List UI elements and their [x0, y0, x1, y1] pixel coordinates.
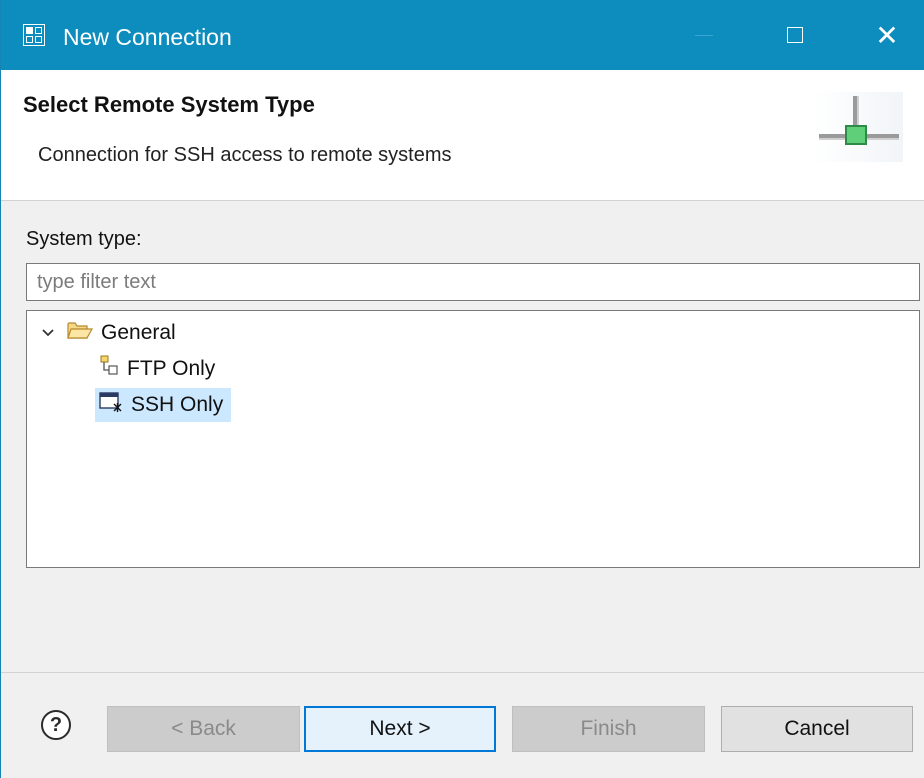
title-bar[interactable]: New Connection ✕ [1, 0, 924, 70]
tree-group-general[interactable]: General [37, 316, 176, 350]
maximize-icon [787, 27, 803, 43]
finish-button[interactable]: Finish [512, 706, 705, 752]
maximize-button[interactable] [772, 14, 818, 56]
folder-open-icon [67, 320, 94, 346]
close-icon: ✕ [875, 19, 899, 51]
system-type-tree[interactable]: General FTP Only SSH Only [26, 310, 920, 568]
system-type-label: System type: [26, 228, 142, 250]
minimize-icon [695, 34, 713, 36]
help-icon[interactable]: ? [41, 710, 71, 740]
connection-graphic-icon [813, 92, 903, 162]
tree-item-label: FTP Only [127, 357, 216, 380]
wizard-header: Select Remote System Type Connection for… [1, 70, 924, 201]
tree-item-ftp-only[interactable]: FTP Only [99, 352, 215, 386]
back-button[interactable]: < Back [107, 706, 300, 752]
minimize-button[interactable] [681, 14, 727, 56]
tree-item-label: SSH Only [131, 393, 224, 416]
next-button[interactable]: Next > [304, 706, 496, 752]
page-description: Connection for SSH access to remote syst… [38, 144, 452, 166]
filter-input[interactable] [26, 263, 920, 301]
cancel-button[interactable]: Cancel [721, 706, 913, 752]
page-title: Select Remote System Type [23, 92, 315, 117]
close-button[interactable]: ✕ [864, 14, 910, 56]
new-connection-dialog: New Connection ✕ Select Remote System Ty… [0, 0, 924, 778]
app-icon [23, 24, 45, 46]
tree-item-ssh-only[interactable]: SSH Only [95, 388, 232, 422]
chevron-down-icon[interactable] [37, 328, 59, 338]
ssh-terminal-icon [99, 391, 123, 419]
ftp-connection-icon [99, 355, 119, 383]
window-title: New Connection [63, 24, 232, 50]
tree-group-label: General [101, 321, 176, 344]
footer-separator [1, 672, 924, 673]
